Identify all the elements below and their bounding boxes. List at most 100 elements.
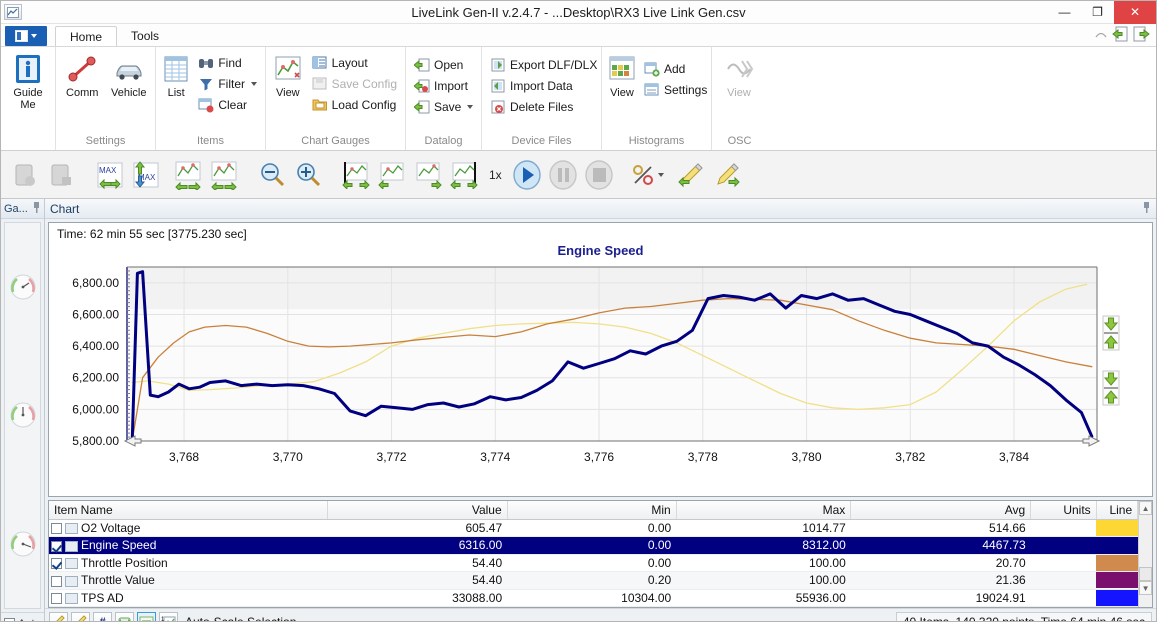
scroll-right-button[interactable] <box>207 158 241 192</box>
comm-label: Comm <box>66 87 99 99</box>
scroll-up-arrow-icon[interactable]: ▲ <box>1139 501 1152 515</box>
open-button[interactable]: Open <box>410 55 477 75</box>
histogram-settings-button[interactable]: Settings <box>640 80 711 100</box>
zoom-out-button[interactable] <box>255 158 289 192</box>
tab-home[interactable]: Home <box>55 26 118 47</box>
histogram-view-button[interactable]: View <box>606 51 638 99</box>
playback-speed-label[interactable]: 1x <box>483 168 508 182</box>
percent-button[interactable] <box>630 158 656 192</box>
item-visible-checkbox[interactable] <box>51 575 62 587</box>
tab-tools[interactable]: Tools <box>117 25 173 46</box>
chevron-down-icon[interactable] <box>657 172 664 177</box>
import-label: Import <box>434 79 469 93</box>
layout-button[interactable]: Layout <box>308 53 401 73</box>
maximize-button[interactable]: ❐ <box>1081 1 1114 24</box>
fit-button[interactable] <box>115 612 134 621</box>
load-config-button[interactable]: Load Config <box>308 95 401 115</box>
pencil-green-button[interactable] <box>49 612 68 621</box>
table-row[interactable]: Throttle Position 54.40 0.00 100.00 20.70 <box>49 554 1138 572</box>
gauge-1[interactable] <box>8 272 38 302</box>
delete-files-button[interactable]: Delete Files <box>486 97 601 117</box>
ribbon-group-label-device-files: Device Files <box>511 135 572 147</box>
line-color-swatch[interactable] <box>1096 572 1138 589</box>
col-value[interactable]: Value <box>327 501 508 520</box>
hash-button[interactable]: # <box>93 612 112 621</box>
scale-arrow-pair-bottom[interactable] <box>1102 370 1120 406</box>
item-name-cell: Throttle Value <box>49 571 328 590</box>
autoscale-button[interactable] <box>137 612 156 621</box>
save-config-button[interactable]: Save Config <box>308 74 401 94</box>
gauge-2[interactable] <box>8 400 38 430</box>
stop-button[interactable] <box>582 158 616 192</box>
col-min[interactable]: Min <box>507 501 677 520</box>
marker-start-button[interactable] <box>339 158 373 192</box>
col-units[interactable]: Units <box>1030 501 1097 520</box>
vehicle-button[interactable]: Vehicle <box>107 51 152 99</box>
pencil-left-button[interactable] <box>674 158 708 192</box>
col-avg[interactable]: Avg <box>850 501 1032 520</box>
line-color-swatch[interactable] <box>1096 589 1138 606</box>
scroll-thumb[interactable] <box>1139 567 1152 581</box>
clear-button[interactable]: Clear <box>194 95 261 115</box>
import-button[interactable]: Import <box>410 76 477 96</box>
import-data-button[interactable]: Import Data <box>486 76 601 96</box>
table-row[interactable]: TPS AD 33088.00 10304.00 55936.00 19024.91 <box>49 589 1138 607</box>
device-read-button[interactable] <box>9 158 43 192</box>
table-row[interactable]: O2 Voltage 605.47 0.00 1014.77 514.66 <box>49 519 1138 537</box>
minimize-button[interactable]: — <box>1048 1 1081 24</box>
zoom-in-button[interactable] <box>291 158 325 192</box>
item-visible-checkbox[interactable] <box>51 540 62 552</box>
item-line-color-cell[interactable] <box>1096 589 1138 607</box>
pencil-right-button[interactable] <box>710 158 744 192</box>
line-color-swatch[interactable] <box>1096 537 1138 554</box>
pin-icon[interactable] <box>1142 201 1151 216</box>
item-line-color-cell[interactable] <box>1096 571 1138 590</box>
osc-view-button[interactable]: View <box>716 51 762 99</box>
line-color-swatch[interactable] <box>1096 554 1138 571</box>
item-line-color-cell[interactable] <box>1096 536 1138 555</box>
x-tick-label: 3,774 <box>480 450 510 464</box>
filter-button[interactable]: Filter <box>194 74 261 94</box>
device-write-button[interactable] <box>45 158 79 192</box>
item-visible-checkbox[interactable] <box>51 593 62 605</box>
table-row[interactable]: Throttle Value 54.40 0.20 100.00 21.36 <box>49 571 1138 590</box>
gauges-auto-checkbox[interactable] <box>4 618 15 621</box>
item-visible-checkbox[interactable] <box>51 523 62 535</box>
close-button[interactable]: ✕ <box>1114 1 1156 24</box>
col-max[interactable]: Max <box>676 501 852 520</box>
col-line[interactable]: Line <box>1096 501 1139 520</box>
play-button[interactable] <box>510 158 544 192</box>
guide-me-button[interactable]: Guide Me <box>5 51 51 111</box>
item-visible-checkbox[interactable] <box>51 558 62 570</box>
marker-next-button[interactable] <box>411 158 445 192</box>
list-button[interactable]: List <box>160 51 192 99</box>
item-line-color-cell[interactable] <box>1096 519 1138 537</box>
table-row[interactable]: Engine Speed 6316.00 0.00 8312.00 4467.73 <box>49 536 1138 555</box>
scale-selection-button[interactable]: 1 <box>159 612 178 621</box>
items-table-scrollbar[interactable]: ▲ ▼ <box>1138 501 1152 607</box>
item-line-color-cell[interactable] <box>1096 554 1138 572</box>
pencil-red-button[interactable] <box>71 612 90 621</box>
max-left-button[interactable]: MAX <box>93 158 127 192</box>
save-button[interactable]: Save <box>410 97 477 117</box>
application-menu-button[interactable] <box>5 26 47 46</box>
scale-arrow-pair-top[interactable] <box>1102 315 1120 351</box>
scroll-down-arrow-icon[interactable]: ▼ <box>1139 581 1152 595</box>
export-dlf-dlx-button[interactable]: Export DLF/DLX <box>486 55 601 75</box>
gauge-3[interactable] <box>8 529 38 559</box>
pause-button[interactable] <box>546 158 580 192</box>
find-button[interactable]: Find <box>194 53 261 73</box>
items-table-panel: Item Name Value Min Max Avg Units Line O… <box>48 500 1153 608</box>
col-item-name[interactable]: Item Name <box>49 501 328 520</box>
marker-prev-button[interactable] <box>375 158 409 192</box>
max-up-button[interactable]: MAX <box>129 158 163 192</box>
chart-view-button[interactable]: View <box>270 51 306 99</box>
comm-button[interactable]: Comm <box>60 51 105 99</box>
line-color-swatch[interactable] <box>1096 519 1138 536</box>
app-icon[interactable] <box>4 4 22 20</box>
histogram-add-button[interactable]: Add <box>640 59 711 79</box>
pin-icon[interactable] <box>32 201 41 216</box>
chart-canvas[interactable]: Time: 62 min 55 sec [3775.230 sec] Engin… <box>48 222 1153 497</box>
marker-end-button[interactable] <box>447 158 481 192</box>
scroll-left-button[interactable] <box>171 158 205 192</box>
